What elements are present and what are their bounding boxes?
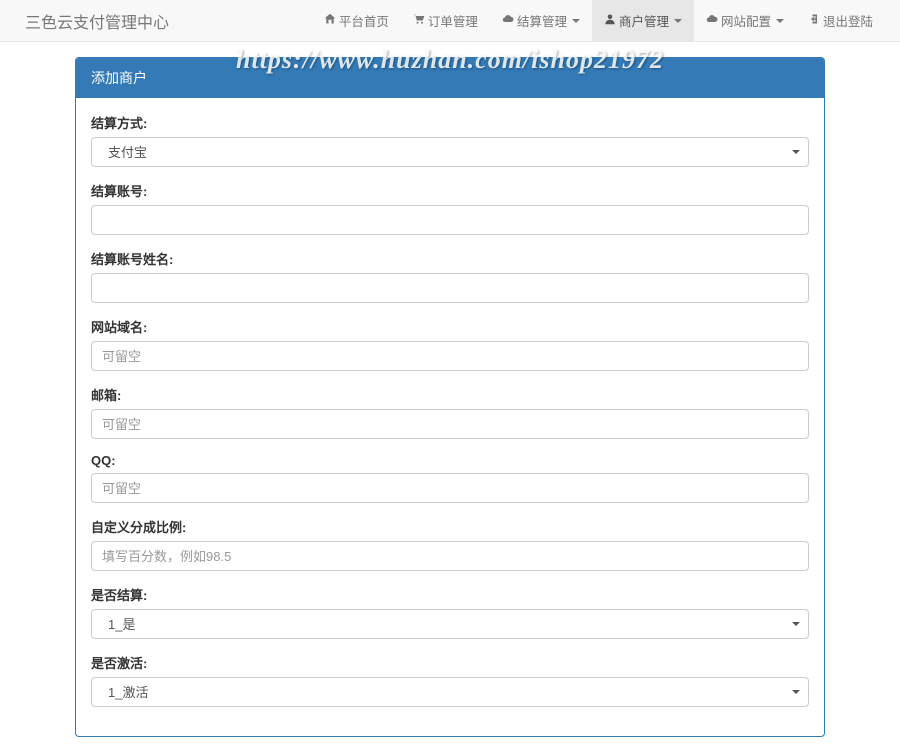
- settle-account-label: 结算账号:: [91, 181, 809, 200]
- settle-account-group: 结算账号:: [91, 181, 809, 235]
- settle-method-select[interactable]: 支付宝: [91, 137, 809, 167]
- brand-title: 三色云支付管理中心: [15, 0, 179, 41]
- settle-account-input[interactable]: [91, 205, 809, 235]
- nav-site-label: 网站配置: [721, 11, 771, 30]
- email-group: 邮箱:: [91, 385, 809, 439]
- nav-orders[interactable]: 订单管理: [401, 0, 490, 41]
- is-active-label: 是否激活:: [91, 653, 809, 672]
- user-icon: [604, 13, 616, 28]
- cloud-icon: [502, 13, 514, 28]
- is-active-group: 是否激活: 1_激活: [91, 653, 809, 707]
- is-settle-select[interactable]: 1_是: [91, 609, 809, 639]
- qq-group: QQ:: [91, 453, 809, 503]
- custom-ratio-label: 自定义分成比例:: [91, 517, 809, 536]
- email-label: 邮箱:: [91, 385, 809, 404]
- qq-input[interactable]: [91, 473, 809, 503]
- domain-input[interactable]: [91, 341, 809, 371]
- home-icon: [324, 13, 336, 28]
- domain-group: 网站域名:: [91, 317, 809, 371]
- panel-body: 结算方式: 支付宝 结算账号: 结算账号姓名: 网站域名: 邮箱:: [76, 98, 824, 736]
- nav-merchants-label: 商户管理: [619, 11, 669, 30]
- nav-settlement-label: 结算管理: [517, 11, 567, 30]
- chevron-down-icon: [776, 19, 784, 23]
- add-merchant-panel: 添加商户 结算方式: 支付宝 结算账号: 结算账号姓名: 网站域名:: [75, 57, 825, 737]
- top-navbar: 三色云支付管理中心 平台首页 订单管理 结算管理 商户管理: [0, 0, 900, 42]
- nav-settlement[interactable]: 结算管理: [490, 0, 592, 41]
- panel-title: 添加商户: [76, 58, 824, 98]
- nav-home-label: 平台首页: [339, 11, 389, 30]
- nav-orders-label: 订单管理: [428, 11, 478, 30]
- nav-logout[interactable]: 退出登陆: [796, 0, 885, 41]
- cloud-icon: [706, 13, 718, 28]
- is-active-select[interactable]: 1_激活: [91, 677, 809, 707]
- chevron-down-icon: [572, 19, 580, 23]
- is-settle-group: 是否结算: 1_是: [91, 585, 809, 639]
- cart-icon: [413, 13, 425, 28]
- nav-home[interactable]: 平台首页: [312, 0, 401, 41]
- email-input[interactable]: [91, 409, 809, 439]
- nav-menu: 平台首页 订单管理 结算管理 商户管理 网站配置: [312, 0, 885, 41]
- settle-name-label: 结算账号姓名:: [91, 249, 809, 268]
- is-settle-label: 是否结算:: [91, 585, 809, 604]
- settle-name-input[interactable]: [91, 273, 809, 303]
- logout-icon: [808, 13, 820, 28]
- chevron-down-icon: [674, 19, 682, 23]
- custom-ratio-group: 自定义分成比例:: [91, 517, 809, 571]
- domain-label: 网站域名:: [91, 317, 809, 336]
- settle-method-group: 结算方式: 支付宝: [91, 113, 809, 167]
- nav-site[interactable]: 网站配置: [694, 0, 796, 41]
- nav-logout-label: 退出登陆: [823, 11, 873, 30]
- main-container: 添加商户 结算方式: 支付宝 结算账号: 结算账号姓名: 网站域名:: [60, 57, 840, 737]
- custom-ratio-input[interactable]: [91, 541, 809, 571]
- settle-method-label: 结算方式:: [91, 113, 809, 132]
- qq-label: QQ:: [91, 453, 809, 468]
- nav-merchants[interactable]: 商户管理: [592, 0, 694, 41]
- settle-name-group: 结算账号姓名:: [91, 249, 809, 303]
